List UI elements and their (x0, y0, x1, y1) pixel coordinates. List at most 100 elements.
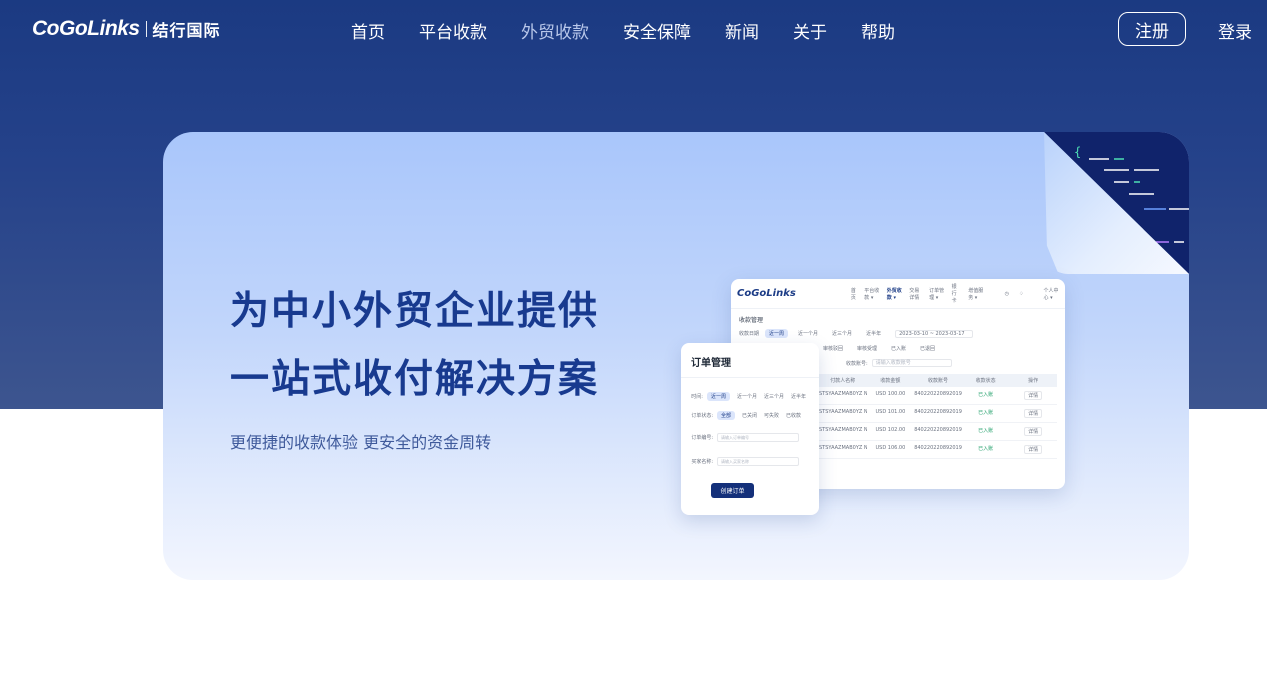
dashboard-preview-table-header: 付款人名称 收款金额 收款账号 收款状态 操作 (819, 374, 1057, 387)
status-chip: 已关闭 (742, 413, 758, 419)
amount-cell: USD 100.00 (875, 391, 906, 397)
order-management-preview: 订单管理 时间: 近一周 近一个月 近三个月 近半年 订单状态: 全部 已关闭 … (681, 343, 819, 515)
nav-item-trade-payments[interactable]: 外贸收款 (521, 18, 589, 43)
hero-title-line-2: 一站式收付解决方案 (230, 357, 600, 402)
dashboard-preview-title: 收款管理 (739, 317, 764, 324)
login-link[interactable]: 登录 (1218, 18, 1252, 43)
detail-button: 详情 (1024, 409, 1043, 418)
payer-cell: STSYAAZMAB0YZ NAB (819, 391, 867, 397)
date-range-input: 2023-03-10 ~ 2023-03-17 (895, 329, 974, 338)
status-cell: 已入账 (978, 392, 994, 398)
nav-item-news[interactable]: 新闻 (725, 18, 759, 43)
table-row: STSYAAZMAB0YZ NAB USD 102.00 84022022089… (819, 423, 1057, 441)
search-label: 收款账号: (846, 360, 868, 367)
column-header: 操作 (1028, 378, 1039, 384)
customer-name-input: 请输入买家名称 (717, 457, 799, 466)
hero-subtitle: 更便捷的收款体验 更安全的资金周转 (230, 433, 492, 452)
column-header: 付款人名称 (830, 378, 856, 384)
amount-cell: USD 102.00 (875, 427, 906, 433)
time-chip: 近一周 (706, 392, 730, 401)
search-input: 请输入收款账号 (871, 359, 952, 367)
register-button[interactable]: 注册 (1118, 12, 1186, 46)
dashboard-preview-user-menu: 个人中心 ▾ (1043, 287, 1059, 301)
dashboard-preview-bell-icon: ♢ (1019, 290, 1024, 297)
top-nav: CoGoLinks 结行国际 首页 平台收款 外贸收款 安全保障 新闻 关于 帮… (0, 0, 1267, 60)
nav-item-home[interactable]: 首页 (351, 18, 385, 43)
column-header: 收款账号 (927, 378, 948, 384)
order-number-input: 请输入订单编号 (717, 433, 799, 442)
status-chip: 审核驳回 (823, 346, 844, 352)
logo-wordmark: CoGoLinks (32, 17, 140, 40)
table-row: STSYAAZMAB0YZ NAB USD 101.00 84022022089… (819, 405, 1057, 423)
time-chip: 近一个月 (736, 394, 757, 400)
account-cell: 8402202208920191 (914, 445, 962, 451)
order-status-filter: 订单状态: 全部 已关闭 可失败 已收款 (681, 411, 819, 420)
dashboard-preview-clock-icon: ◷ (1004, 290, 1010, 297)
dashboard-preview-tab: 订单管理 ▾ (929, 287, 945, 301)
dashboard-preview-tab: 银行卡 (951, 284, 957, 304)
status-cell: 已入账 (978, 410, 994, 416)
time-chip: 近半年 (790, 394, 806, 400)
order-number-field-row: 订单编号: 请输入订单编号 (681, 433, 819, 442)
detail-button: 详情 (1024, 427, 1043, 436)
customer-name-label: 买家名称: (691, 459, 713, 465)
time-chip: 近三个月 (763, 394, 784, 400)
logo[interactable]: CoGoLinks 结行国际 (32, 17, 221, 41)
dashboard-preview-tab: 首页 (850, 287, 856, 301)
status-chip: 审核受理 (857, 346, 878, 352)
status-cell: 已入账 (978, 446, 994, 452)
action-cell: 详情 (1009, 391, 1057, 400)
dashboard-preview-tab: 增值服务 ▾ (968, 287, 984, 301)
column-header: 收款状态 (975, 378, 996, 384)
time-filter-label: 时间: (691, 394, 703, 400)
date-filter-label: 收款日期 (739, 331, 760, 337)
dashboard-preview-logo: CoGoLinks (737, 288, 796, 299)
nav-item-about[interactable]: 关于 (793, 18, 827, 43)
account-cell: 8402202208920191 (914, 391, 962, 397)
payer-cell: STSYAAZMAB0YZ NAB (819, 409, 867, 415)
detail-button: 详情 (1024, 445, 1043, 454)
dashboard-preview-tab-active: 外贸收款 ▾ (886, 287, 902, 301)
table-row: STSYAAZMAB0YZ NAB USD 106.00 84022022089… (819, 441, 1057, 459)
account-cell: 8402202208920191 (914, 427, 962, 433)
payer-cell: STSYAAZMAB0YZ NAB (819, 445, 867, 451)
status-chip: 可失败 (764, 413, 780, 419)
status-chip: 已收款 (786, 413, 802, 419)
logo-divider (145, 21, 147, 37)
action-cell: 详情 (1009, 427, 1057, 436)
date-chip: 近一周 (765, 329, 789, 338)
status-cell: 已入账 (978, 428, 994, 434)
account-cell: 8402202208920191 (914, 409, 962, 415)
nav-item-help[interactable]: 帮助 (861, 18, 895, 43)
status-chip: 已入账 (891, 346, 907, 352)
nav-item-platform-payments[interactable]: 平台收款 (419, 18, 487, 43)
svg-text:{: { (1074, 145, 1081, 159)
dashboard-preview-header: CoGoLinks 首页 平台收款 ▾ 外贸收款 ▾ 交易详情 订单管理 ▾ 银… (731, 279, 1065, 309)
nav-item-security[interactable]: 安全保障 (623, 18, 691, 43)
order-card-divider (681, 377, 819, 378)
status-chip: 全部 (717, 411, 736, 420)
status-filter-label: 订单状态: (691, 413, 713, 419)
amount-cell: USD 106.00 (875, 445, 906, 451)
column-header: 收款金额 (880, 378, 901, 384)
action-cell: 详情 (1009, 445, 1057, 454)
dashboard-preview-tab: 交易详情 (909, 287, 920, 301)
table-row: STSYAAZMAB0YZ NAB USD 100.00 84022022089… (819, 387, 1057, 405)
order-number-label: 订单编号: (691, 435, 713, 441)
date-chip: 近一个月 (798, 331, 819, 337)
page: CoGoLinks 结行国际 首页 平台收款 外贸收款 安全保障 新闻 关于 帮… (0, 0, 1267, 682)
date-chip: 近三个月 (832, 331, 853, 337)
order-card-title: 订单管理 (691, 358, 731, 369)
amount-cell: USD 101.00 (875, 409, 906, 415)
logo-chinese-name: 结行国际 (152, 21, 221, 40)
order-time-filter: 时间: 近一周 近一个月 近三个月 近半年 (681, 392, 819, 401)
hero-card: 为中小外贸企业提供 一站式收付解决方案 更便捷的收款体验 更安全的资金周转 { … (163, 132, 1189, 580)
dashboard-preview-tab: 平台收款 ▾ (864, 287, 880, 301)
hero-title-line-1: 为中小外贸企业提供 (230, 289, 600, 334)
create-order-button: 创建订单 (711, 483, 754, 498)
hero-title: 为中小外贸企业提供 一站式收付解决方案 (230, 278, 599, 414)
customer-name-field-row: 买家名称: 请输入买家名称 (681, 457, 819, 466)
status-chip: 已退回 (920, 346, 936, 352)
action-cell: 详情 (1009, 409, 1057, 418)
dashboard-preview-date-filter: 收款日期 近一周 近一个月 近三个月 近半年 2023-03-10 ~ 2023… (731, 326, 1065, 341)
